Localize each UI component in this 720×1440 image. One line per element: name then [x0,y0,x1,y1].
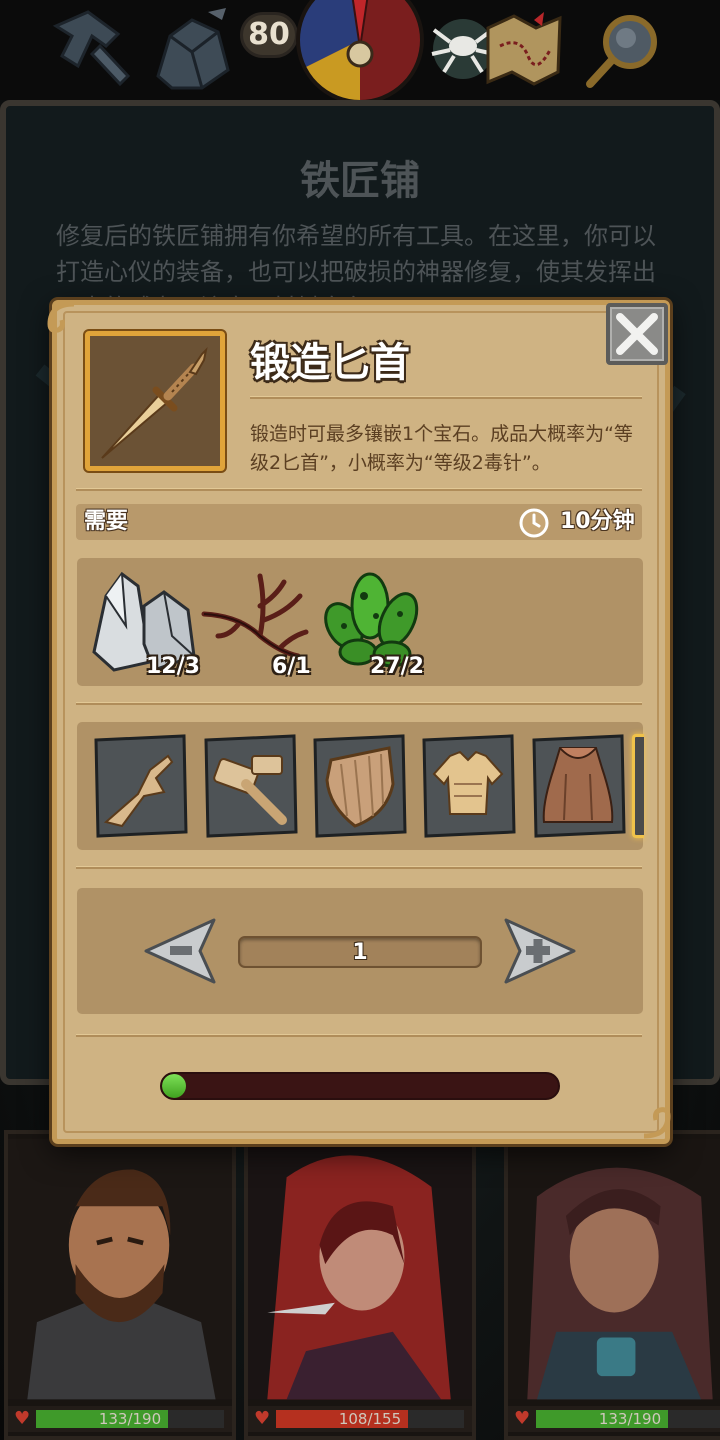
character-card-3[interactable]: ♥ 133/190 [504,1130,720,1440]
plus-arrow-icon [504,918,576,984]
title-divider [250,396,642,399]
recipe-slot-5[interactable] [530,734,626,838]
item-description: 锻造时可最多镶嵌1个宝石。成品大概率为“等级2匕首”，小概率为“等级2毒针”。 [250,423,633,474]
quantity-value: 1 [352,940,368,965]
close-icon [616,313,658,355]
shield-blueprint-icon [313,734,407,838]
map-icon[interactable] [480,6,566,92]
material-count: 6/1 [272,654,311,679]
corner-ornament-icon [643,1107,671,1139]
hammer-blueprint-icon [204,734,298,838]
bearded-warrior-portrait [8,1138,232,1400]
craft-progress-bar [160,1072,560,1100]
dagger-blueprint-icon [94,734,188,838]
decrease-quantity-button[interactable] [144,918,220,984]
recipe-slot-1[interactable] [92,734,188,838]
armor-blueprint-icon [422,734,516,838]
background-title: 铁匠铺 [300,158,420,204]
item-icon-frame [85,331,225,471]
ore-pile-icon[interactable] [148,6,234,92]
recipe-slot-2[interactable] [202,734,298,838]
character-card-2[interactable]: ♥ 108/155 [244,1130,476,1440]
heart-icon: ♥ [254,1408,271,1429]
section-divider [76,702,642,705]
game-screen: 80 铁匠铺 修复后的铁匠铺拥有你希望的所有工具。在这里，你可以打造心仪的装备，… [0,0,720,1440]
heart-icon: ♥ [14,1408,31,1429]
magnifier-icon[interactable] [582,6,668,92]
hp-row: ♥ 133/190 [508,1406,720,1432]
compass-icon[interactable] [290,0,430,104]
character-card-1[interactable]: ♥ 133/190 [4,1130,236,1440]
material-count: 12/3 [146,654,200,679]
hp-row: ♥ 133/190 [8,1406,232,1432]
section-divider [76,488,642,491]
requirements-label: 需要 [84,509,129,534]
recipe-slot-selected-partial[interactable] [632,734,644,838]
hp-text: 133/190 [598,1410,662,1428]
clock-icon [519,508,549,538]
cloak-blueprint-icon [532,734,626,838]
corner-ornament-icon [47,301,75,333]
section-divider [76,866,642,869]
section-divider [76,1034,642,1037]
hp-row: ♥ 108/155 [248,1406,472,1432]
requirements-header [76,504,642,540]
recipe-slot-4[interactable] [420,734,516,838]
close-button[interactable] [606,303,668,365]
minus-arrow-icon [144,918,216,984]
hp-text: 133/190 [98,1410,162,1428]
tools-icon[interactable] [48,6,134,92]
top-bar: 80 [0,0,720,104]
dagger-icon [101,346,208,459]
red-hood-rogue-portrait [248,1138,472,1400]
craft-progress-fill [162,1074,186,1098]
material-count: 27/2 [370,654,424,679]
recipe-slot-3[interactable] [311,734,407,838]
hooded-hunter-portrait [508,1138,720,1400]
hp-text: 108/155 [338,1410,402,1428]
item-name: 锻造匕首 [250,340,410,386]
craft-duration: 10分钟 [560,509,635,534]
character-cards: ♥ 133/190 ♥ 108/155 ♥ 133/190 [0,1130,720,1440]
increase-quantity-button[interactable] [500,918,576,984]
heart-icon: ♥ [514,1408,531,1429]
